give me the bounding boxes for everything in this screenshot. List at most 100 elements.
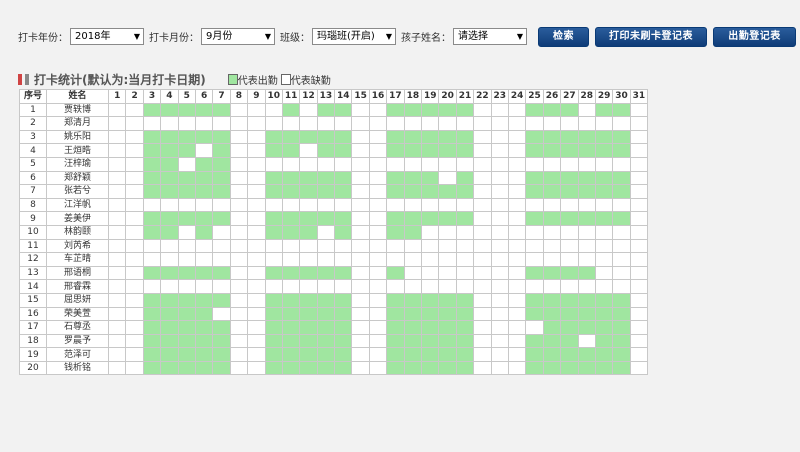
day-cell-present: [177, 320, 196, 335]
day-cell-absent: [247, 197, 266, 213]
print-unpunched-button[interactable]: 打印未刷卡登记表: [595, 26, 707, 47]
attendance-register-button[interactable]: 出勤登记表: [713, 26, 796, 47]
day-cell-present: [281, 333, 301, 349]
attendance-table: 序号 姓名 1 2 3 4 5 6 7 8 9 10 11 12 13 14 15 16 17 18 19 20 21 2…: [19, 89, 649, 376]
day-cell-absent: [247, 252, 266, 267]
day-cell-present: [177, 306, 196, 322]
day-cell-present: [386, 143, 405, 158]
table-row: 7 张若兮: [19, 184, 649, 199]
day-cell-absent: [594, 238, 614, 254]
day-cell-absent: [334, 238, 353, 254]
day-cell-absent: [507, 333, 527, 349]
day-cell-absent: [507, 129, 527, 145]
day-cell-present: [403, 360, 423, 376]
day-cell-absent: [368, 211, 388, 226]
day-cell-absent: [560, 156, 579, 172]
day-cell-present: [386, 306, 405, 322]
section-marker-icon: [18, 73, 25, 85]
day-cell-present: [160, 320, 179, 335]
day-cell-present: [334, 211, 353, 226]
row-index: 17: [19, 320, 47, 335]
day-cell-absent: [229, 306, 249, 322]
day-cell-absent: [560, 224, 579, 240]
day-cell-present: [386, 184, 405, 199]
day-cell-absent: [542, 197, 562, 213]
day-cell-absent: [160, 116, 179, 131]
day-cell-absent: [177, 224, 196, 240]
day-cell-absent: [107, 116, 127, 131]
day-cell-absent: [403, 279, 423, 294]
day-cell-present: [194, 129, 214, 145]
day-cell-present: [281, 170, 301, 186]
day-cell-absent: [247, 279, 266, 294]
table-row: 5 汪梓瑜: [19, 156, 649, 172]
day-cell-absent: [368, 238, 388, 254]
day-cell-absent: [142, 279, 162, 294]
day-cell-present: [577, 320, 596, 335]
search-button[interactable]: 检索: [538, 26, 589, 47]
day-cell-present: [316, 211, 336, 226]
day-cell-absent: [334, 116, 353, 131]
header-day: 6: [194, 89, 214, 104]
legend-present-label: 代表出勤: [237, 75, 278, 87]
child-select[interactable]: 请选择 ▼: [453, 28, 527, 45]
day-cell-absent: [264, 116, 283, 131]
day-cell-absent: [281, 156, 301, 172]
day-cell-absent: [177, 279, 196, 294]
day-cell-absent: [247, 170, 266, 186]
day-cell-absent: [455, 265, 475, 281]
day-cell-absent: [212, 224, 231, 240]
day-cell-absent: [473, 292, 492, 308]
day-cell-present: [560, 265, 579, 281]
day-cell-present: [316, 170, 336, 186]
day-cell-present: [212, 333, 231, 349]
day-cell-absent: [560, 252, 579, 267]
year-select[interactable]: 2018年 ▼: [70, 28, 144, 45]
day-cell-present: [403, 129, 423, 145]
day-cell-present: [612, 102, 631, 118]
day-cell-absent: [473, 320, 492, 335]
day-cell-present: [560, 211, 579, 226]
day-cell-present: [421, 292, 440, 308]
day-cell-absent: [507, 306, 527, 322]
day-cell-present: [577, 211, 596, 226]
day-cell-absent: [455, 238, 475, 254]
day-cell-absent: [125, 238, 144, 254]
day-cell-present: [177, 333, 196, 349]
day-cell-present: [281, 129, 301, 145]
day-cell-absent: [473, 197, 492, 213]
header-day: 19: [421, 89, 440, 104]
row-index: 18: [19, 333, 47, 349]
day-cell-present: [455, 170, 475, 186]
header-day: 31: [629, 89, 649, 104]
table-row: 1 贾轶博: [19, 102, 649, 118]
day-cell-present: [264, 320, 283, 335]
day-cell-absent: [473, 156, 492, 172]
day-cell-present: [264, 360, 283, 376]
row-index: 12: [19, 252, 47, 267]
day-cell-present: [594, 360, 614, 376]
day-cell-absent: [473, 265, 492, 281]
day-cell-present: [281, 265, 301, 281]
day-cell-present: [612, 320, 631, 335]
day-cell-present: [403, 224, 423, 240]
day-cell-absent: [438, 224, 457, 240]
day-cell-present: [386, 102, 405, 118]
class-select[interactable]: 玛瑙班(开启) ▼: [312, 28, 396, 45]
month-select[interactable]: 9月份 ▼: [201, 28, 275, 45]
day-cell-present: [577, 170, 596, 186]
day-cell-absent: [612, 224, 631, 240]
day-cell-absent: [334, 279, 353, 294]
day-cell-present: [281, 306, 301, 322]
day-cell-absent: [490, 224, 509, 240]
day-cell-absent: [421, 279, 440, 294]
day-cell-absent: [125, 184, 144, 199]
day-cell-present: [160, 129, 179, 145]
day-cell-absent: [455, 197, 475, 213]
day-cell-present: [299, 211, 318, 226]
day-cell-present: [594, 170, 614, 186]
day-cell-absent: [490, 292, 509, 308]
day-cell-absent: [368, 224, 388, 240]
day-cell-present: [212, 102, 231, 118]
row-index: 14: [19, 279, 47, 294]
